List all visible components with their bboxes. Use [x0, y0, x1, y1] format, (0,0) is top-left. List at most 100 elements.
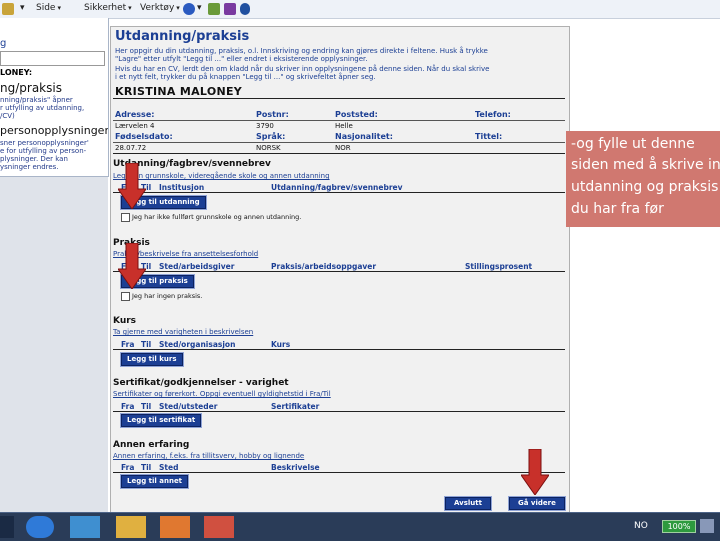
- phone-label: Telefon:: [475, 110, 511, 119]
- no-practice-label: Jeg har ingen praksis.: [132, 292, 203, 300]
- left-desc-2a: sner personopplysninger': [0, 139, 89, 147]
- col-til: Til: [141, 402, 152, 411]
- no-education-checkbox[interactable]: [121, 213, 130, 222]
- col-til: Til: [141, 463, 152, 472]
- birthdate-value[interactable]: 28.07.72: [115, 144, 146, 152]
- media-icon[interactable]: [70, 516, 100, 538]
- intro-line-3: Hvis du har en CV, lerdt den om kladd nå…: [115, 65, 490, 73]
- start-button[interactable]: [0, 516, 14, 538]
- poststed-label: Poststed:: [335, 110, 378, 119]
- address-value[interactable]: Lærvelen 4: [115, 122, 154, 130]
- col-sertifikater: Sertifikater: [271, 402, 320, 411]
- left-desc-2b: e for utfylling av person-: [0, 147, 87, 155]
- col-sted-organisasjon: Sted/organisasjon: [159, 340, 236, 349]
- col-sted-arbeidsgiver: Sted/arbeidsgiver: [159, 262, 235, 271]
- language-label: Språk:: [256, 132, 286, 141]
- callout-line-3: utdanning og praksis: [571, 179, 719, 195]
- left-empty-area: [0, 177, 108, 512]
- left-link-praksis[interactable]: ng/praksis: [0, 81, 62, 95]
- divider: [113, 192, 565, 193]
- left-desc-1a: nning/praksis" åpner: [0, 96, 73, 104]
- poststed-value[interactable]: Helle: [335, 122, 353, 130]
- col-fra: Fra: [121, 402, 135, 411]
- internet-explorer-icon[interactable]: [26, 516, 54, 538]
- title-label: Tittel:: [475, 132, 503, 141]
- help-dropdown-icon[interactable]: ▾: [197, 3, 202, 13]
- menu-sikkerhet[interactable]: Sikkerhet ▾: [84, 3, 132, 13]
- arrow-annotation-icon: [118, 243, 146, 289]
- divider: [113, 472, 565, 473]
- postno-value[interactable]: 3790: [256, 122, 274, 130]
- section-other-heading: Annen erfaring: [113, 440, 190, 450]
- bluetooth-icon[interactable]: [240, 3, 250, 15]
- left-desc-1c: /CV): [0, 112, 15, 120]
- col-fra: Fra: [121, 463, 135, 472]
- left-link-personopplysninger[interactable]: personopplysninger: [0, 124, 108, 137]
- main-form: Utdanning/praksis Her oppgir du din utda…: [110, 26, 570, 514]
- left-label: g: [0, 38, 7, 49]
- address-label: Adresse:: [115, 110, 155, 119]
- person-name: KRISTINA MALONEY: [115, 85, 243, 98]
- cancel-button[interactable]: Avslutt: [444, 496, 492, 511]
- intro-line-1: Her oppgir du din utdanning, praksis, o.…: [115, 47, 488, 55]
- col-fra: Fra: [121, 340, 135, 349]
- divider: [113, 271, 565, 272]
- command-bar: ▾ Side ▾ Sikkerhet ▾ Verktøy ▾ ▾: [0, 0, 720, 19]
- birthdate-label: Fødselsdato:: [115, 132, 173, 141]
- add-certificate-button[interactable]: Legg til sertifikat: [119, 413, 203, 428]
- instruction-callout: -og fylle ut denne siden med å skrive in…: [566, 131, 720, 227]
- no-education-label: Jeg har ikke fullført grunnskole og anne…: [132, 213, 302, 221]
- left-desc-2d: ysninger endres.: [0, 163, 59, 171]
- folder-icon[interactable]: [116, 516, 146, 538]
- section-cert-sub: Sertifikater og førerkort. Oppgi eventue…: [113, 390, 331, 398]
- add-other-button[interactable]: Legg til annet: [119, 474, 190, 489]
- onenote-icon[interactable]: [224, 3, 236, 15]
- left-sidebar: g LONEY: ng/praksis nning/praksis" åpner…: [0, 18, 109, 177]
- battery-indicator[interactable]: 100%: [662, 520, 696, 533]
- callout-line-1: -og fylle ut denne: [571, 136, 695, 152]
- col-stillingsprosent: Stillingsprosent: [465, 262, 533, 271]
- col-kurs: Kurs: [271, 340, 291, 349]
- section-course-sub: Ta gjerne med varigheten i beskrivelsen: [113, 328, 254, 336]
- divider: [113, 98, 565, 99]
- left-name-label: LONEY:: [0, 68, 33, 77]
- left-desc-2c: plysninger. Der kan: [0, 155, 68, 163]
- divider: [113, 411, 565, 412]
- divider: [113, 349, 565, 350]
- col-praksis: Praksis/arbeidsoppgaver: [271, 262, 377, 271]
- taskbar: NO 100%: [0, 512, 720, 541]
- section-cert-heading: Sertifikat/godkjennelser - varighet: [113, 378, 289, 388]
- outlook-icon[interactable]: [160, 516, 190, 538]
- col-til: Til: [141, 340, 152, 349]
- postno-label: Postnr:: [256, 110, 289, 119]
- menu-side[interactable]: Side ▾: [36, 3, 61, 13]
- col-utdanning: Utdanning/fagbrev/svennebrev: [271, 183, 403, 192]
- intro-line-4: i et nytt felt, trykker du på knappen "L…: [115, 73, 376, 81]
- section-other-sub: Annen erfaring, f.eks. fra tillitsverv, …: [113, 452, 305, 460]
- powerpoint-icon[interactable]: [204, 516, 234, 538]
- arrow-annotation-icon: [521, 449, 549, 495]
- arrow-annotation-icon: [118, 163, 146, 209]
- nationality-value[interactable]: NOR: [335, 144, 351, 152]
- dropdown-arrow-icon[interactable]: ▾: [20, 3, 25, 13]
- language-indicator[interactable]: NO: [634, 521, 648, 531]
- language-value[interactable]: NORSK: [256, 144, 281, 152]
- field-underline: [113, 120, 565, 121]
- menu-verktoy[interactable]: Verktøy ▾: [140, 3, 180, 13]
- callout-line-4: du har fra før: [571, 201, 664, 217]
- nationality-label: Nasjonalitet:: [335, 132, 393, 141]
- help-icon[interactable]: [183, 3, 195, 15]
- page-title: Utdanning/praksis: [115, 29, 250, 44]
- col-sted-utsteder: Sted/utsteder: [159, 402, 218, 411]
- col-institusjon: Institusjon: [159, 183, 205, 192]
- section-course-heading: Kurs: [113, 316, 137, 326]
- print-icon[interactable]: [2, 3, 14, 15]
- next-button[interactable]: Gå videre: [508, 496, 566, 511]
- add-course-button[interactable]: Legg til kurs: [120, 352, 184, 367]
- left-input[interactable]: [0, 51, 105, 66]
- col-beskrivelse: Beskrivelse: [271, 463, 320, 472]
- network-icon[interactable]: [700, 519, 714, 533]
- research-icon[interactable]: [208, 3, 220, 15]
- no-practice-checkbox[interactable]: [121, 292, 130, 301]
- col-sted: Sted: [159, 463, 179, 472]
